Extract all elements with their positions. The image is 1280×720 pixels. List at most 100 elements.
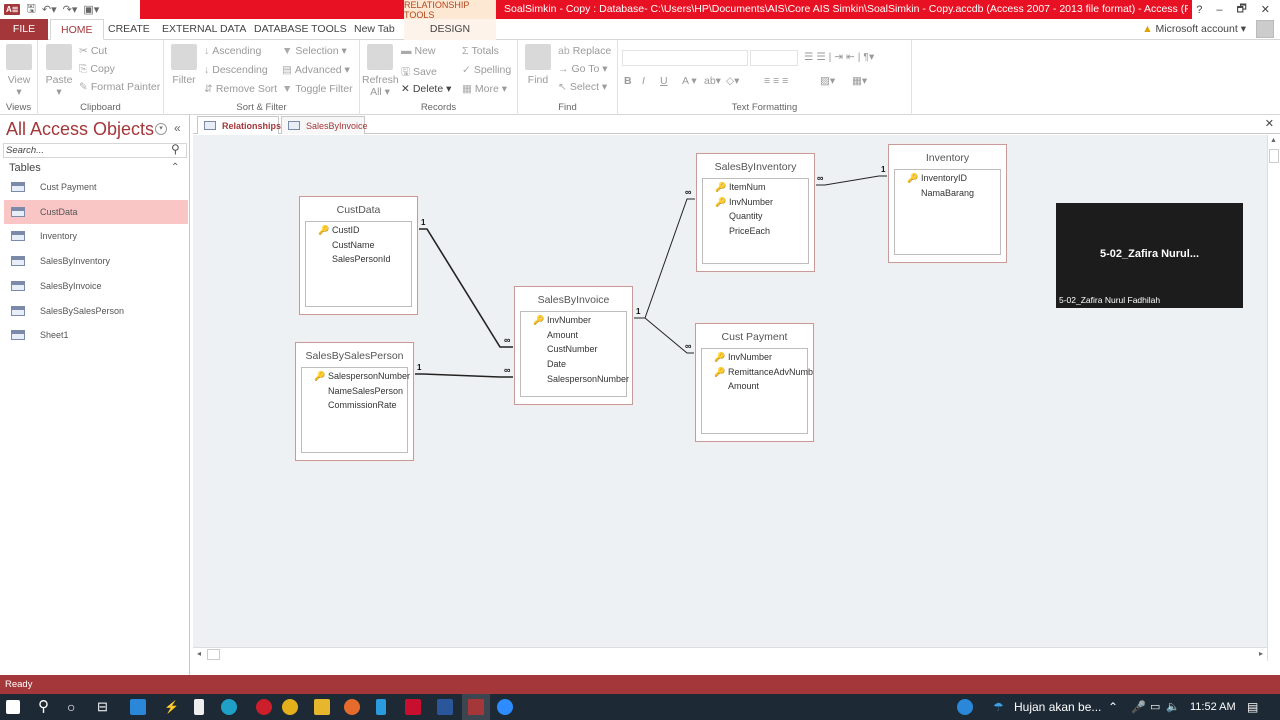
nav-item[interactable]: Cust Payment [4, 175, 188, 199]
field-item[interactable]: NameSalesPerson [328, 384, 403, 399]
bold-button[interactable]: B [624, 75, 632, 87]
chrome-icon[interactable] [282, 699, 298, 715]
totals-button[interactable]: Σ Totals [462, 45, 499, 57]
cortana-icon[interactable]: ○ [67, 694, 75, 720]
opera-icon[interactable] [256, 699, 272, 715]
field-item[interactable]: CustName [332, 238, 375, 253]
close-button[interactable]: ✕ [1261, 3, 1270, 16]
notifications-icon[interactable]: ▤ [1247, 694, 1258, 720]
align-buttons[interactable]: ≡ ≡ ≡ [764, 75, 788, 87]
weather-text[interactable]: Hujan akan be... [1014, 694, 1101, 720]
new-record-button[interactable]: ▬ New [401, 45, 436, 57]
relationship-line[interactable] [633, 198, 696, 319]
notes-icon[interactable] [194, 699, 204, 715]
field-item[interactable]: 🔑 InvNumber [533, 313, 591, 328]
tab-database-tools[interactable]: DATABASE TOOLS [244, 19, 357, 40]
alt-row-color-button[interactable]: ▨▾ [820, 75, 835, 87]
nav-item[interactable]: SalesByInventory [4, 249, 188, 273]
spelling-button[interactable]: ✓ Spelling [462, 64, 511, 76]
goto-button[interactable]: → Go To ▾ [558, 63, 608, 75]
tab-external-data[interactable]: EXTERNAL DATA [152, 19, 256, 40]
find-button[interactable]: Find [524, 44, 552, 86]
field-item[interactable]: 🔑 InvNumber [714, 350, 772, 365]
table-title[interactable]: SalesByInventory [697, 154, 814, 178]
customize-icon[interactable]: ▣▾ [83, 3, 99, 16]
highlight-button[interactable]: ab▾ [704, 75, 721, 87]
clock[interactable]: 11:52 AM [1190, 694, 1236, 720]
volume-icon[interactable]: 🔈 [1166, 694, 1180, 720]
file-explorer-icon[interactable] [314, 699, 330, 715]
paste-button[interactable]: Paste ▾ [44, 44, 74, 98]
table-box-inventory[interactable]: Inventory 🔑 InventoryID NamaBarang [888, 144, 1007, 263]
account-avatar[interactable] [1256, 20, 1274, 38]
nav-title[interactable]: All Access Objects [6, 119, 154, 140]
battery-icon[interactable]: ▭ [1150, 694, 1160, 720]
windows-start-icon[interactable] [6, 700, 20, 714]
horizontal-scrollbar[interactable]: ◂ ▸ [193, 647, 1267, 661]
minimize-button[interactable]: – [1216, 4, 1222, 16]
collapse-section-icon[interactable]: ⌃ [171, 162, 179, 173]
remove-sort-button[interactable]: ⇵ Remove Sort [204, 83, 277, 95]
view-button[interactable]: View ▾ [4, 44, 34, 98]
tab-design[interactable]: DESIGN [404, 19, 496, 40]
redo-icon[interactable]: ↷▾ [63, 3, 78, 16]
help-app-icon[interactable] [957, 699, 973, 715]
field-item[interactable]: Date [547, 357, 566, 372]
fill-color-button[interactable]: ◇▾ [726, 75, 739, 87]
relationship-line[interactable] [815, 175, 888, 186]
field-item[interactable]: 🔑 InvNumber [715, 195, 773, 210]
acrobat-icon[interactable] [405, 699, 421, 715]
table-title[interactable]: Inventory [889, 145, 1006, 169]
nav-item[interactable]: Sheet1 [4, 323, 188, 347]
field-item[interactable]: CommissionRate [328, 398, 397, 413]
microsoft-account[interactable]: ▲ Microsoft account ▾ [1142, 19, 1246, 40]
field-item[interactable]: PriceEach [729, 224, 770, 239]
field-item[interactable]: SalespersonNumber [547, 372, 629, 387]
field-item[interactable]: 🔑 SalespersonNumber [314, 369, 410, 384]
search-icon[interactable]: ⚲ [38, 694, 49, 720]
table-box-salesbyinventory[interactable]: SalesByInventory 🔑 ItemNum 🔑 InvNumber Quanti… [696, 153, 815, 272]
save-record-button[interactable]: 🖫 Save [401, 64, 437, 82]
nav-search-input[interactable]: Search... [3, 143, 187, 158]
app-icon[interactable]: ⚡ [164, 694, 179, 720]
field-item[interactable]: Amount [728, 379, 759, 394]
italic-button[interactable]: I [642, 75, 645, 87]
field-item[interactable]: SalesPersonId [332, 252, 391, 267]
cut-button[interactable]: ✂ Cut [79, 45, 107, 57]
undo-icon[interactable]: ↶▾ [42, 3, 57, 16]
table-title[interactable]: Cust Payment [696, 324, 813, 348]
font-name-dropdown[interactable] [622, 50, 748, 66]
zoom-app-icon[interactable] [497, 699, 513, 715]
tab-new-tab[interactable]: New Tab [344, 19, 405, 40]
refresh-all-button[interactable]: Refresh All ▾ [362, 44, 399, 98]
table-box-salesbyinvoice[interactable]: SalesByInvoice 🔑 InvNumber Amount CustNumber… [514, 286, 633, 405]
doc-tab-salesbyinvoice[interactable]: SalesByInvoice [281, 116, 368, 134]
restore-button[interactable]: 🗗 [1236, 0, 1246, 19]
field-item[interactable]: NamaBarang [921, 186, 974, 201]
mail-icon[interactable] [130, 699, 146, 715]
field-item[interactable]: Amount [547, 328, 578, 343]
relationships-canvas[interactable]: 1 ∞ 1 ∞ 1 ∞ ∞ 1 ∞ 5-02_Zafira Nurul... 5-02_Zafi… [193, 135, 1267, 661]
firefox-icon[interactable] [344, 699, 360, 715]
table-title[interactable]: SalesByInvoice [515, 287, 632, 311]
vertical-scrollbar[interactable]: ▲ [1267, 135, 1280, 661]
font-color-button[interactable]: A ▾ [682, 75, 697, 87]
delete-button[interactable]: ✕ Delete ▾ [401, 83, 451, 95]
nav-item[interactable]: CustData [4, 199, 188, 224]
table-box-salesbysalesperson[interactable]: SalesBySalesPerson 🔑 SalespersonNumber Name… [295, 342, 414, 461]
save-icon[interactable]: 🖫 [26, 0, 35, 19]
help-button[interactable]: ? [1196, 4, 1202, 16]
filter-button[interactable]: Filter [170, 44, 198, 86]
edge-icon[interactable] [221, 699, 237, 715]
selection-button[interactable]: ▼ Selection ▾ [282, 45, 347, 57]
underline-button[interactable]: U [660, 75, 668, 87]
field-item[interactable]: Quantity [729, 209, 763, 224]
relationship-line[interactable] [414, 373, 514, 378]
access-taskbar-button[interactable] [462, 694, 490, 720]
copy-button[interactable]: ⎘ Copy [79, 63, 115, 76]
task-view-icon[interactable]: ⊟ [97, 694, 108, 720]
close-document-icon[interactable]: ✕ [1265, 117, 1274, 130]
more-button[interactable]: ▦ More ▾ [462, 83, 507, 95]
list-buttons[interactable]: ☰ ☰ | ⇥ ⇤ | ¶▾ [804, 51, 874, 63]
table-title[interactable]: CustData [300, 197, 417, 221]
